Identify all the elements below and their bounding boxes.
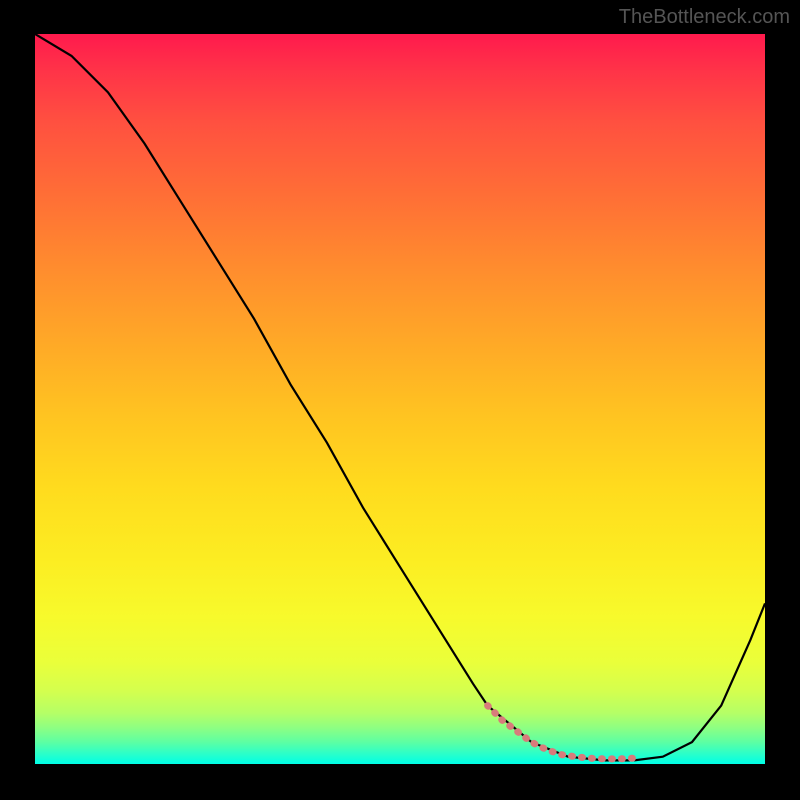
chart-svg — [35, 34, 765, 764]
chart-plot-area — [35, 34, 765, 764]
chart-highlight-segment — [488, 706, 634, 759]
watermark-text: TheBottleneck.com — [619, 6, 790, 29]
chart-main-curve — [35, 34, 765, 760]
